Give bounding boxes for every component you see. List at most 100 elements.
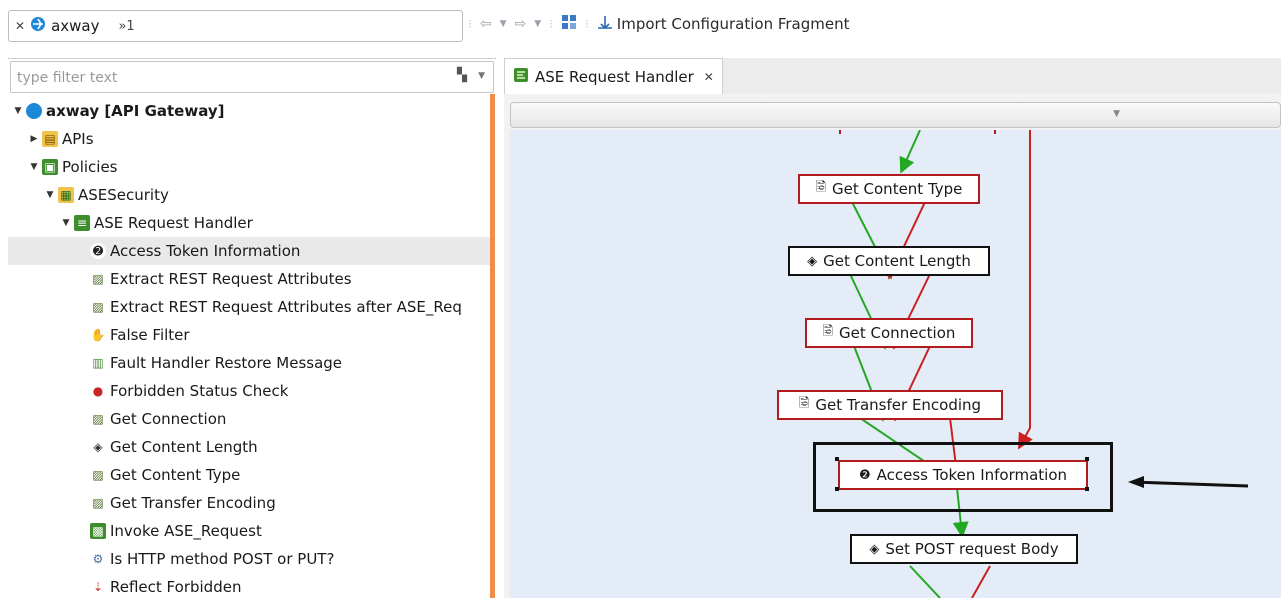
extract-icon: ▨ (90, 467, 106, 483)
editor-combo[interactable]: ▼ (510, 102, 1281, 128)
selection-handle[interactable] (835, 457, 839, 461)
structure-icon[interactable] (561, 14, 577, 34)
globe-icon (30, 16, 46, 36)
node-access-token-information[interactable]: ❷ Access Token Information (838, 460, 1088, 490)
globe-icon (26, 103, 42, 119)
tree-item[interactable]: ▼ axway [API Gateway] (8, 97, 494, 125)
tab-label: ASE Request Handler (535, 67, 694, 86)
extract-icon: 🗟 (822, 324, 834, 339)
toolbar-separator: ⁝ (584, 17, 589, 31)
node-get-content-type[interactable]: 🗟 Get Content Type (798, 174, 980, 204)
binoculars-icon[interactable]: ▚ (457, 68, 467, 83)
access-token-icon: ➋ (90, 243, 106, 259)
tree-item[interactable]: ▼ ▣ Policies (8, 153, 494, 181)
filter-input[interactable] (15, 67, 439, 89)
expand-down-icon[interactable]: ▼ (44, 190, 56, 200)
expand-down-icon[interactable]: ▼ (60, 218, 72, 228)
import-configuration-button[interactable]: Import Configuration Fragment (597, 15, 850, 33)
chevron-down-icon[interactable]: ▼ (1113, 109, 1120, 119)
tree-item-label: Get Content Length (110, 438, 258, 456)
tree-item-label: Get Transfer Encoding (110, 494, 276, 512)
tree-item[interactable]: ▼ ≡ ASE Request Handler (8, 209, 494, 237)
tree-item[interactable]: ▼▨Get Transfer Encoding (8, 489, 494, 517)
tree-item-label: Get Content Type (110, 466, 241, 484)
tree-item-label: ASESecurity (78, 186, 169, 204)
tree-item-label: ASE Request Handler (94, 214, 253, 232)
node-get-content-length[interactable]: ◈ Get Content Length (788, 246, 990, 276)
fault-handler-icon: ▥ (90, 355, 106, 371)
failure-connector (971, 565, 991, 598)
invoke-icon: ▩ (90, 523, 106, 539)
container-folder-icon: ▦ (58, 187, 74, 203)
extract-icon: ▨ (90, 495, 106, 511)
tree-item[interactable]: ▼◈Get Content Length (8, 433, 494, 461)
extract-icon: ▨ (90, 299, 106, 315)
tree-item-label: Fault Handler Restore Message (110, 354, 343, 372)
tree-item[interactable]: ▼⚙Is HTTP method POST or PUT? (8, 545, 494, 573)
tree-item[interactable]: ▼➋Access Token Information (8, 237, 494, 265)
top-toolbar: ✕ axway »1 ⁝ ⇦ ▼ ⇨ ▼ ⁝ ⁝ Import Configur… (0, 0, 1281, 50)
policy-canvas[interactable]: 🗟 Get Content Type ◈ Get Content Length … (510, 130, 1281, 598)
node-label: Set POST request Body (885, 540, 1059, 558)
tree-item[interactable]: ▼▨Get Content Type (8, 461, 494, 489)
tree-item[interactable]: ▼✋False Filter (8, 321, 494, 349)
policy-icon (513, 67, 529, 87)
status-check-icon: ● (90, 383, 106, 399)
annotation-arrowhead (1128, 476, 1144, 488)
expand-down-icon[interactable]: ▼ (12, 106, 24, 116)
node-set-post-request-body[interactable]: ◈ Set POST request Body (850, 534, 1078, 564)
selection-handle[interactable] (1085, 487, 1089, 491)
tree-item-label: axway [API Gateway] (46, 102, 225, 120)
forward-dropdown-icon[interactable]: ▼ (534, 19, 541, 29)
expand-right-icon[interactable]: ▶ (28, 134, 40, 144)
node-get-connection[interactable]: 🗟 Get Connection (805, 318, 973, 348)
overflow-marker[interactable]: »1 (118, 19, 134, 34)
gear-icon: ⚙ (90, 551, 106, 567)
tree-item[interactable]: ▼▥Fault Handler Restore Message (8, 349, 494, 377)
tree-item-label: Is HTTP method POST or PUT? (110, 550, 335, 568)
false-filter-icon: ✋ (90, 327, 106, 343)
tree-item[interactable]: ▶ ▤ APIs (8, 125, 494, 153)
tab-ase-request-handler[interactable]: ASE Request Handler ✕ (504, 58, 723, 94)
toolbar-separator: ⁝ (468, 17, 472, 31)
workspace-tab[interactable]: ✕ axway »1 (8, 10, 463, 42)
back-arrow-icon[interactable]: ⇦ (480, 16, 492, 32)
forward-arrow-icon[interactable]: ⇨ (514, 16, 526, 32)
workspace-label: axway (51, 17, 100, 35)
extract-icon: 🗟 (798, 396, 810, 411)
selection-handle[interactable] (835, 487, 839, 491)
reflect-icon: ⇣ (90, 579, 106, 595)
node-label: Get Content Type (832, 180, 963, 198)
panel-focus-bar (490, 94, 495, 598)
tree-item-label: Invoke ASE_Request (110, 522, 262, 540)
tree-item[interactable]: ▼▨Extract REST Request Attributes after … (8, 293, 494, 321)
extract-icon: ▨ (90, 271, 106, 287)
back-dropdown-icon[interactable]: ▼ (500, 19, 507, 29)
editor-tab-strip: ASE Request Handler ✕ (504, 58, 1281, 95)
success-connector (909, 565, 941, 598)
tree-item-label: Reflect Forbidden (110, 578, 242, 596)
tree-item[interactable]: ▼⇣Reflect Forbidden (8, 573, 494, 601)
node-label: Get Transfer Encoding (815, 396, 982, 414)
close-icon[interactable]: ✕ (704, 70, 714, 84)
tree-item-label: Extract REST Request Attributes after AS… (110, 298, 462, 316)
tree-item[interactable]: ▼ ▦ ASESecurity (8, 181, 494, 209)
policy-editor: ▼ 🗟 Get Content Type ◈ Get Content Lengt… (504, 94, 1281, 598)
expand-down-icon[interactable]: ▼ (28, 162, 40, 172)
tree-item[interactable]: ▼●Forbidden Status Check (8, 377, 494, 405)
node-get-transfer-encoding[interactable]: 🗟 Get Transfer Encoding (777, 390, 1003, 420)
tree-item-label: Policies (62, 158, 118, 176)
node-label: Get Connection (839, 324, 956, 342)
tree-item[interactable]: ▼▩Invoke ASE_Request (8, 517, 494, 545)
tree-item-label: False Filter (110, 326, 190, 344)
extract-icon: ▨ (90, 411, 106, 427)
tree-item-label: Forbidden Status Check (110, 382, 289, 400)
policy-icon: ≡ (74, 215, 90, 231)
selection-handle[interactable] (1085, 457, 1089, 461)
filter-dropdown-icon[interactable]: ▼ (478, 71, 485, 81)
toolbar-separator: ⁝ (549, 17, 553, 31)
tree-item-label: APIs (62, 130, 94, 148)
close-icon[interactable]: ✕ (15, 19, 25, 33)
tree-item[interactable]: ▼▨Get Connection (8, 405, 494, 433)
tree-item[interactable]: ▼▨Extract REST Request Attributes (8, 265, 494, 293)
